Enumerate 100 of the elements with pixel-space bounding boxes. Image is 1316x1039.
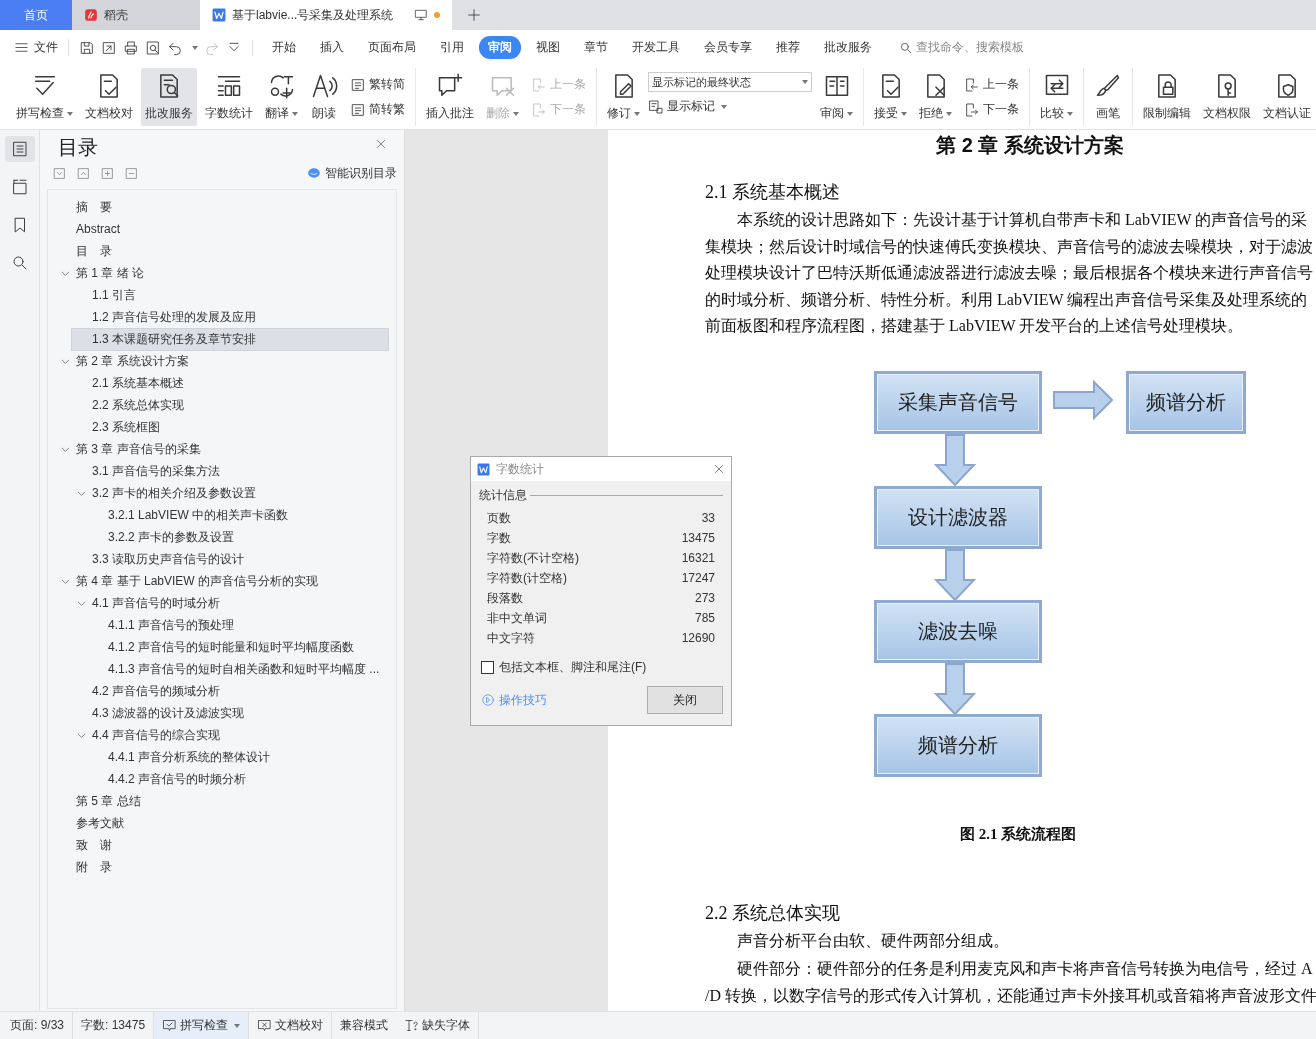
toc-item[interactable]: 2.2 系统总体实现 (72, 394, 388, 416)
tab[interactable]: 稻壳 (72, 0, 200, 30)
toc-item[interactable]: 3.1 声音信号的采集方法 (72, 460, 388, 482)
caret-icon[interactable] (292, 111, 298, 116)
toc-item[interactable]: 第 2 章 系统设计方案 (76, 350, 388, 372)
toc-item[interactable]: 4.1.2 声音信号的短时能量和短时平均幅度函数 (88, 636, 388, 658)
caret-icon[interactable] (901, 111, 907, 116)
toc-item[interactable]: 第 3 章 声音信号的采集 (76, 438, 388, 460)
ribbon-button[interactable]: 修订 (603, 68, 644, 126)
toc-item[interactable]: 致 谢 (56, 834, 388, 856)
tab[interactable]: 首页 (0, 0, 72, 30)
toc-item[interactable]: 3.2 声卡的相关介绍及参数设置 (92, 482, 388, 504)
toc-item[interactable]: 2.1 系统基本概述 (72, 372, 388, 394)
minus-icon[interactable] (125, 166, 138, 180)
search-field[interactable]: 查找命令、搜索模板 (899, 39, 1024, 56)
toc-item[interactable]: 目 录 (56, 240, 388, 262)
ribbon-button[interactable]: 朗读 (306, 68, 342, 126)
caret-icon[interactable] (67, 111, 73, 116)
tab-label[interactable]: 基于labvie...号采集及处理系统 (232, 6, 394, 24)
toc-item[interactable]: 4.2 声音信号的频域分析 (72, 680, 388, 702)
export-icon[interactable] (101, 39, 117, 56)
print-icon[interactable] (123, 39, 139, 56)
toc-item[interactable]: 第 4 章 基于 LabVIEW 的声音信号分析的实现 (76, 570, 388, 592)
toc-item[interactable]: 摘 要 (56, 196, 388, 218)
ribbon-button[interactable]: 拼写检查 (12, 68, 77, 126)
preview-icon[interactable] (145, 39, 161, 56)
menu-tab[interactable]: 视图 (527, 36, 569, 59)
toc-item[interactable]: 1.1 引言 (72, 284, 388, 306)
file-menu[interactable]: 文件 (14, 39, 69, 56)
menu-tab[interactable]: 页面布局 (359, 36, 425, 59)
ribbon-button[interactable]: 文档校对 (81, 68, 137, 126)
caret-icon[interactable] (1067, 111, 1073, 116)
close-icon[interactable] (713, 463, 725, 475)
ribbon-button[interactable]: 审阅 (816, 68, 857, 126)
toc-item[interactable]: 4.3 滤波器的设计及滤波实现 (72, 702, 388, 724)
status-button[interactable]: 缺失字体 (396, 1012, 480, 1039)
menu-tab[interactable]: 会员专享 (695, 36, 761, 59)
ribbon-button[interactable]: 批改服务 (141, 68, 197, 126)
ribbon-button[interactable]: 比较 (1036, 68, 1077, 126)
close-button[interactable]: 关闭 (647, 686, 723, 714)
caret-icon[interactable] (634, 111, 640, 116)
ribbon-button[interactable]: 上一条 (964, 76, 1019, 93)
caret-icon[interactable] (192, 45, 198, 50)
toc-item[interactable]: 参考文献 (56, 812, 388, 834)
plus-icon[interactable] (101, 166, 114, 180)
toc-item[interactable]: 4.1.1 声音信号的预处理 (88, 614, 388, 636)
toc-item[interactable]: 4.4 声音信号的综合实现 (92, 724, 388, 746)
ribbon-button[interactable]: 翻译 (261, 68, 302, 126)
collapse-icon[interactable] (77, 166, 90, 180)
close-icon[interactable] (375, 138, 387, 150)
save-icon[interactable] (79, 39, 95, 56)
toc-item[interactable]: 第 5 章 总结 (56, 790, 388, 812)
checkbox[interactable] (481, 661, 494, 674)
ribbon-button[interactable]: 画笔 (1090, 68, 1126, 126)
expand-icon[interactable] (53, 166, 66, 180)
smart-toc-button[interactable]: 智能识别目录 (307, 164, 397, 182)
toc-item[interactable]: 1.3 本课题研究任务及章节安排 (72, 328, 388, 350)
status-button[interactable]: 拼写检查 (154, 1012, 250, 1039)
markup-dropdown[interactable]: 显示标记的最终状态 (648, 72, 812, 92)
toc-item[interactable]: 附 录 (56, 856, 388, 878)
menu-tab[interactable]: 引用 (431, 36, 473, 59)
toc-item[interactable]: 4.4.1 声音分析系统的整体设计 (88, 746, 388, 768)
tab-label[interactable]: 稻壳 (104, 6, 128, 24)
ribbon-button[interactable]: 文档认证 (1259, 68, 1315, 126)
word-count[interactable]: 字数: 13475 (81, 1017, 146, 1034)
caret-icon[interactable] (946, 111, 952, 116)
ribbon-button[interactable]: 接受 (870, 68, 911, 126)
ribbon-button[interactable]: 简转繁 (350, 101, 405, 118)
menu-tab[interactable]: 插入 (311, 36, 353, 59)
menu-tab[interactable]: 推荐 (767, 36, 809, 59)
caret-icon[interactable] (847, 111, 853, 116)
menu-tab[interactable]: 批改服务 (815, 36, 881, 59)
tab[interactable]: 基于labvie...号采集及处理系统 (200, 0, 452, 30)
toc-item[interactable]: 4.1.3 声音信号的短时自相关函数和短时平均幅度 ... (88, 658, 388, 680)
ribbon-button[interactable]: 拒绝 (915, 68, 956, 126)
toc-item[interactable]: 2.3 系统框图 (72, 416, 388, 438)
toc-item[interactable]: 3.2.1 LabVIEW 中的相关声卡函数 (88, 504, 388, 526)
toc-item[interactable]: 4.4.2 声音信号的时频分析 (88, 768, 388, 790)
menu-tab[interactable]: 章节 (575, 36, 617, 59)
ribbon-button[interactable]: 字数统计 (201, 68, 257, 126)
ribbon-button[interactable]: 显示标记 (648, 98, 812, 115)
toc-item[interactable]: Abstract (56, 220, 388, 238)
ribbon-button[interactable]: 下一条 (964, 101, 1019, 118)
tab-label[interactable]: 首页 (24, 6, 48, 24)
ribbon-button[interactable]: 限制编辑 (1139, 68, 1195, 126)
ribbon-button[interactable]: 插入批注 (422, 68, 478, 126)
file-menu-label[interactable]: 文件 (34, 39, 58, 56)
toc-item[interactable]: 3.2.2 声卡的参数及设置 (88, 526, 388, 548)
toc-item[interactable]: 4.1 声音信号的时域分析 (92, 592, 388, 614)
checkbox-label[interactable]: 包括文本框、脚注和尾注(F) (499, 659, 647, 676)
ribbon-button[interactable]: 繁转简 (350, 76, 405, 93)
menu-tab[interactable]: 审阅 (479, 36, 521, 59)
toc-item[interactable]: 3.3 读取历史声音信号的设计 (72, 548, 388, 570)
menu-tab[interactable]: 开发工具 (623, 36, 689, 59)
menu-tab[interactable]: 开始 (263, 36, 305, 59)
sidebar-button[interactable] (4, 136, 35, 162)
toc-item[interactable]: 1.2 声音信号处理的发展及应用 (72, 306, 388, 328)
status-button[interactable]: 兼容模式 (332, 1012, 397, 1039)
ribbon-button[interactable]: 文档权限 (1199, 68, 1255, 126)
status-button[interactable]: 文档校对 (249, 1012, 333, 1039)
